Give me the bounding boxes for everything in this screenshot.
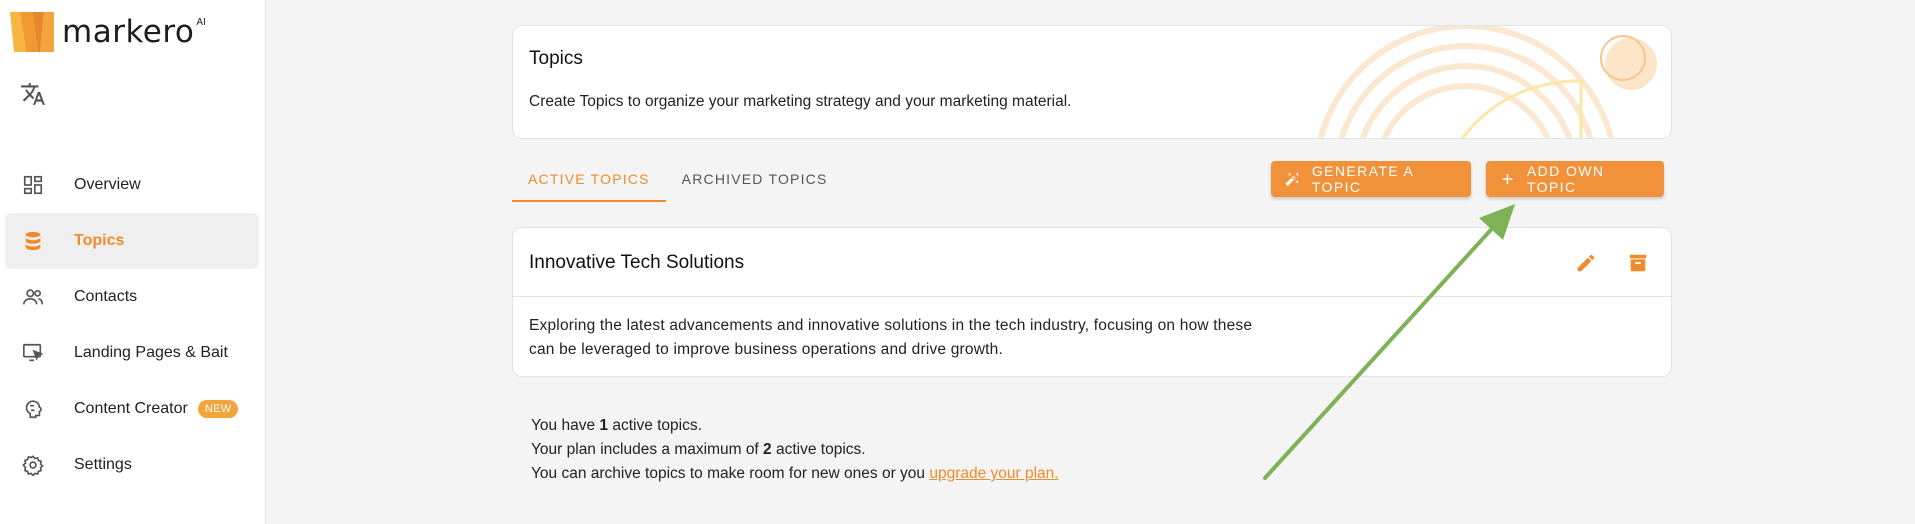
sidebar-item-label: Overview [74,176,141,193]
brain-icon [21,397,45,421]
topic-card: Innovative Tech Solutions Exploring the … [512,227,1672,377]
active-count-text: You have 1 active topics. [531,414,1059,438]
info-text: active topics. [608,417,702,434]
edit-icon[interactable] [1573,250,1599,276]
max-count-text: Your plan includes a maximum of 2 active… [531,438,1059,462]
page-header-card: Topics Create Topics to organize your ma… [512,25,1672,139]
dashboard-icon [21,173,45,197]
page-title: Topics [529,48,583,69]
sidebar-item-overview[interactable]: Overview [5,157,259,213]
generate-topic-label: GENERATE A TOPIC [1311,163,1414,195]
sidebar-item-label: Landing Pages & Bait [74,344,228,361]
database-icon [21,229,45,253]
generate-topic-button[interactable]: GENERATE A TOPIC [1271,161,1471,197]
sidebar-item-landing-pages[interactable]: Landing Pages & Bait [5,325,259,381]
sidebar-item-contacts[interactable]: Contacts [5,269,259,325]
add-own-topic-label: ADD OWN TOPIC [1526,163,1605,195]
topic-tabs: ACTIVE TOPICS ARCHIVED TOPICS [512,160,844,202]
tab-archived-topics[interactable]: ARCHIVED TOPICS [666,160,844,202]
markero-logo-icon [10,12,54,52]
sidebar-nav: Overview Topics Contacts Landing Pages &… [5,157,259,493]
topic-description: Exploring the latest advancements and in… [529,314,1329,362]
archive-icon[interactable] [1625,250,1651,276]
app-name: markero [62,14,195,50]
plan-info: You have 1 active topics. Your plan incl… [531,414,1059,486]
app-ai-suffix: AI [196,16,206,28]
decorative-rings-icon [1317,26,1657,138]
sidebar-item-label: Topics [74,232,125,249]
sidebar-item-settings[interactable]: Settings [5,437,259,493]
upgrade-plan-link[interactable]: upgrade your plan. [929,465,1058,482]
info-text: You have [531,417,600,434]
tab-active-topics[interactable]: ACTIVE TOPICS [512,160,666,202]
sidebar-item-label: Contacts [74,288,138,305]
info-text: You can archive topics to make room for … [531,465,930,482]
info-text: active topics. [771,441,866,458]
upgrade-text: You can archive topics to make room for … [531,462,1059,486]
page-description: Create Topics to organize your marketing… [529,93,1072,110]
info-text: Your plan includes a maximum of [531,441,764,458]
max-count: 2 [763,441,772,458]
people-icon [21,285,45,309]
active-count: 1 [599,417,609,434]
topic-card-header: Innovative Tech Solutions [513,228,1671,297]
translate-icon[interactable] [20,81,46,107]
plus-icon [1502,174,1513,184]
topic-description-line: Exploring the latest advancements and in… [529,317,1253,334]
magic-wand-icon [1285,172,1299,186]
topic-description-line: can be leveraged to improve business ope… [529,341,1003,358]
gear-icon [21,453,45,477]
topic-title: Innovative Tech Solutions [529,252,745,273]
sidebar-item-content-creator[interactable]: Content Creator NEW [5,381,259,437]
sidebar-item-label: Settings [74,456,132,473]
sidebar: markero AI Overview Topics Contacts Land… [0,0,266,524]
sidebar-item-topics[interactable]: Topics [5,213,259,269]
add-own-topic-button[interactable]: ADD OWN TOPIC [1486,161,1664,197]
new-badge: NEW [197,400,239,418]
sidebar-item-label: Content Creator [74,400,188,417]
app-logo[interactable]: markero AI [10,12,206,52]
screen-pointer-icon [21,341,45,365]
